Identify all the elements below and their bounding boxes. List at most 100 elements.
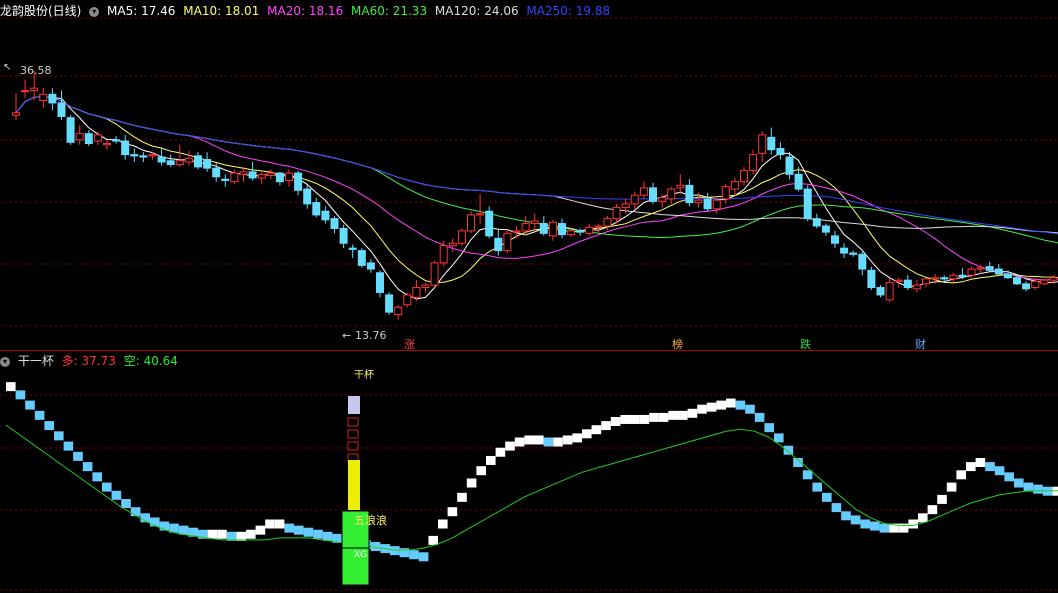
candle[interactable] [421, 284, 430, 289]
settings-toggle-icon[interactable]: ▾ [89, 6, 100, 17]
candle[interactable] [594, 225, 603, 228]
candle[interactable] [112, 139, 121, 142]
candle[interactable] [257, 173, 266, 179]
candle[interactable] [494, 237, 503, 252]
candle[interactable] [184, 157, 193, 163]
candle[interactable] [93, 134, 102, 142]
candle[interactable] [676, 184, 685, 189]
candle[interactable] [612, 207, 621, 220]
indicator-series[interactable] [5, 382, 1058, 562]
candle[interactable] [976, 267, 985, 270]
candle[interactable] [831, 235, 839, 244]
candle[interactable] [949, 274, 958, 280]
candle[interactable] [548, 221, 557, 237]
candle[interactable] [794, 173, 803, 190]
candle[interactable] [212, 167, 221, 178]
candle[interactable] [148, 154, 157, 157]
candle[interactable] [758, 134, 767, 154]
candle[interactable] [958, 274, 967, 277]
candle[interactable] [840, 247, 849, 254]
candle[interactable] [1013, 277, 1021, 285]
candle[interactable] [385, 294, 394, 313]
candle[interactable] [740, 170, 748, 183]
candle[interactable] [139, 155, 148, 158]
candle[interactable] [639, 187, 648, 196]
candle[interactable] [649, 187, 657, 202]
candle[interactable] [1031, 280, 1040, 289]
candle[interactable] [39, 93, 48, 101]
candle[interactable] [585, 226, 594, 234]
candle[interactable] [294, 172, 303, 191]
candle[interactable] [266, 172, 275, 177]
candle[interactable] [1003, 273, 1012, 279]
candle[interactable] [439, 245, 448, 264]
candle[interactable] [84, 133, 93, 145]
candle[interactable] [121, 140, 130, 156]
candle[interactable] [1040, 279, 1049, 285]
candle[interactable] [357, 250, 366, 266]
candle[interactable] [1022, 283, 1031, 290]
candle[interactable] [448, 242, 457, 247]
candle[interactable] [312, 202, 321, 216]
candle[interactable] [512, 230, 521, 233]
candle[interactable] [685, 184, 694, 204]
candle[interactable] [503, 232, 512, 252]
candle[interactable] [812, 218, 821, 227]
candle[interactable] [30, 87, 39, 92]
candle[interactable] [521, 223, 530, 232]
candle[interactable] [103, 143, 111, 146]
candle[interactable] [985, 266, 994, 271]
candle[interactable] [767, 136, 776, 151]
candle[interactable] [303, 188, 312, 205]
candle[interactable] [175, 160, 184, 165]
candle[interactable] [57, 102, 66, 117]
candle[interactable] [394, 306, 403, 316]
candle[interactable] [894, 279, 903, 282]
candle[interactable] [12, 112, 20, 116]
candle[interactable] [530, 220, 539, 225]
candle[interactable] [239, 171, 248, 175]
candle[interactable] [430, 262, 439, 286]
candle[interactable] [1049, 277, 1058, 281]
candle[interactable] [376, 272, 384, 293]
candle[interactable] [348, 247, 357, 250]
candle[interactable] [66, 117, 75, 143]
candle[interactable] [821, 225, 830, 233]
candle[interactable] [721, 186, 730, 200]
candle[interactable] [912, 284, 921, 290]
candle[interactable] [166, 160, 175, 165]
candle[interactable] [858, 253, 867, 270]
candle[interactable] [467, 214, 475, 232]
candle[interactable] [194, 155, 202, 168]
candle[interactable] [339, 227, 348, 244]
candle[interactable] [885, 282, 894, 301]
candle[interactable] [867, 269, 876, 289]
candle[interactable] [558, 223, 566, 236]
candle[interactable] [275, 172, 284, 183]
candle[interactable] [903, 279, 912, 289]
candle[interactable] [321, 210, 330, 221]
candle[interactable] [457, 230, 466, 244]
candle[interactable] [621, 203, 630, 209]
candle[interactable] [703, 198, 712, 210]
candle[interactable] [539, 223, 548, 234]
candle[interactable] [922, 278, 930, 285]
candle[interactable] [567, 230, 576, 236]
candle[interactable] [749, 154, 758, 172]
candle[interactable] [485, 210, 494, 237]
candle[interactable] [994, 268, 1003, 275]
candle[interactable] [694, 199, 703, 204]
candle[interactable] [603, 218, 612, 227]
candle[interactable] [366, 262, 375, 270]
candle[interactable] [285, 172, 293, 181]
candle[interactable] [940, 277, 949, 280]
candle[interactable] [849, 252, 858, 255]
candle[interactable] [576, 230, 585, 233]
candle[interactable] [876, 287, 885, 296]
candle[interactable] [712, 199, 721, 210]
candle[interactable] [75, 133, 84, 141]
candle[interactable] [157, 156, 166, 163]
candle[interactable] [248, 171, 257, 179]
candle[interactable] [931, 277, 940, 280]
candle[interactable] [330, 218, 339, 229]
